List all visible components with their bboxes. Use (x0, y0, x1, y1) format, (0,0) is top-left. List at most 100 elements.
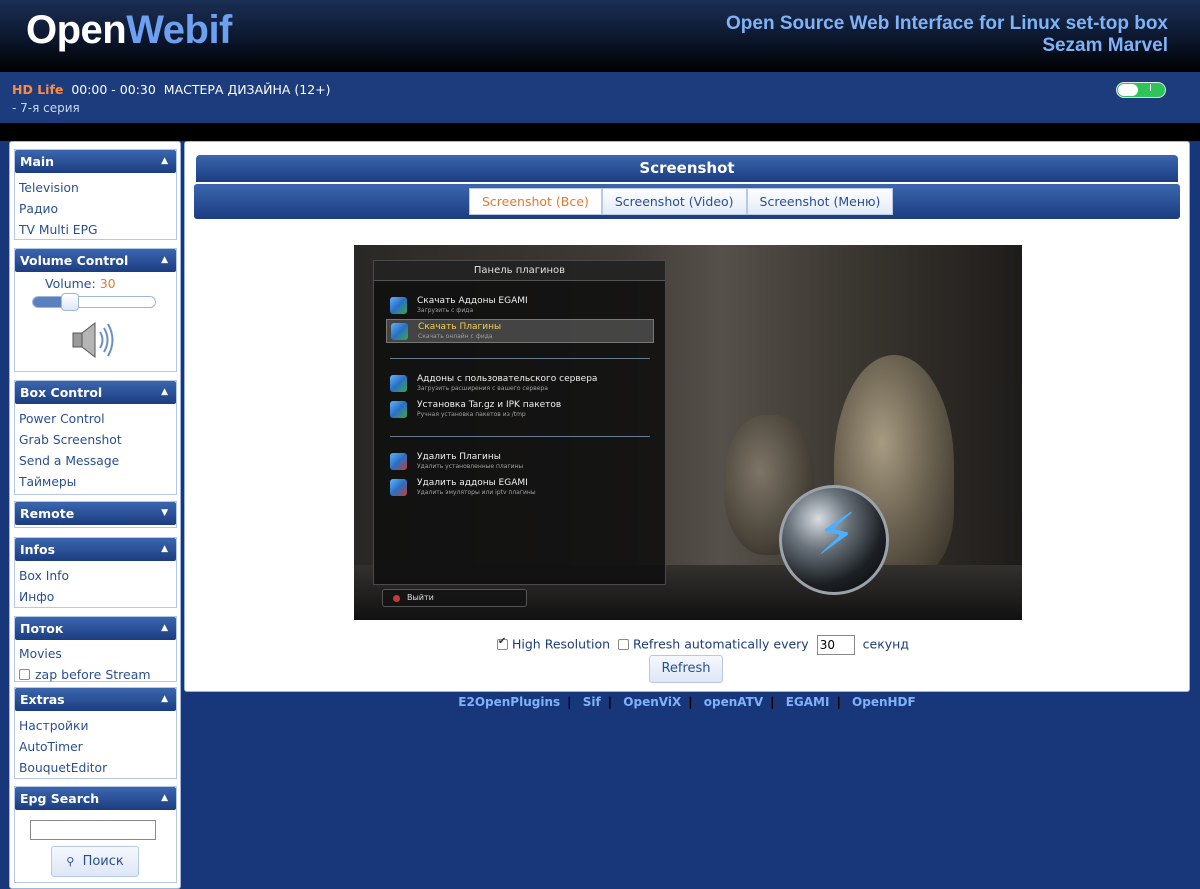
plugin-cube-icon (390, 453, 407, 470)
chevron-down-icon[interactable]: ▼ (161, 502, 168, 525)
chevron-up-icon[interactable]: ▲ (161, 617, 168, 640)
nav-radio[interactable]: Радио (15, 199, 176, 220)
channel-name[interactable]: HD Life (12, 82, 63, 97)
refresh-auto-checkbox[interactable] (618, 638, 630, 650)
panel-volume-title: Volume Control (20, 253, 129, 268)
epg-search-button-label: Поиск (82, 854, 124, 869)
osd-exit: Выйти (382, 589, 527, 607)
panel-infos-title: Infos (20, 542, 56, 557)
refresh-interval-input[interactable] (816, 635, 855, 655)
osd-separator (390, 358, 650, 359)
osd-item-selected: Скачать Плагины Скачать онлайн с фида (386, 319, 654, 343)
high-resolution-label: High Resolution (512, 636, 611, 652)
nav-box-info[interactable]: Box Info (15, 566, 176, 587)
osd-item-desc: Скачать онлайн с фида (418, 333, 493, 340)
panel-stream-header[interactable]: Поток ▲ (15, 617, 176, 640)
panel-stream: Поток ▲ Movies zap before Stream (14, 616, 177, 682)
main-content: Screenshot Screenshot (Все) Screenshot (… (184, 141, 1190, 692)
nav-movies[interactable]: Movies (15, 644, 176, 665)
plugin-cube-icon (390, 479, 407, 496)
osd-item: Установка Tar.gz и IPK пакетов Ручная уст… (386, 398, 654, 422)
program-time: 00:00 - 00:30 (71, 82, 156, 97)
nav-settings[interactable]: Настройки (15, 716, 176, 737)
footer-link-openvix[interactable]: OpenViX (616, 695, 688, 709)
chevron-up-icon[interactable]: ▲ (161, 688, 168, 711)
panel-volume-header[interactable]: Volume Control ▲ (15, 249, 176, 272)
osd-item-desc: Загрузить с фида (417, 307, 474, 314)
chevron-up-icon[interactable]: ▲ (161, 787, 168, 810)
panel-remote-title: Remote (20, 506, 75, 521)
logo[interactable]: OpenWebif (26, 8, 232, 53)
refresh-button[interactable]: Refresh (649, 655, 723, 683)
osd-separator (390, 436, 650, 437)
plugin-cube-icon (390, 297, 407, 314)
logo-part1: Open (26, 8, 127, 52)
epg-search-input[interactable] (30, 820, 156, 840)
osd-item: Удалить Плагины Удалить установленные пла… (386, 450, 654, 474)
panel-epg-search-title: Epg Search (20, 791, 100, 806)
screenshot-image: Панель плагинов Скачать Аддоны EGAMI Загр… (354, 245, 1022, 620)
panel-box-control-header[interactable]: Box Control ▲ (15, 381, 176, 404)
osd-item-desc: Ручная установка пакетов из /tmp (417, 411, 526, 418)
screenshot-options: High Resolution Refresh automatically ev… (497, 635, 909, 655)
speaker-icon[interactable] (69, 319, 119, 361)
osd-item: Удалить аддоны EGAMI Удалить эмуляторы ил… (386, 476, 654, 500)
tagline: Open Source Web Interface for Linux set-… (726, 13, 1168, 57)
nav-send-message[interactable]: Send a Message (15, 451, 176, 472)
panel-volume: Volume Control ▲ Volume: 30 (14, 248, 177, 372)
footer-separator: | (770, 695, 775, 709)
toggle-mark: I (1149, 83, 1152, 94)
footer-link-openatv[interactable]: openATV (697, 695, 770, 709)
panel-infos-header[interactable]: Infos ▲ (15, 538, 176, 561)
nav-timers[interactable]: Таймеры (15, 472, 176, 493)
program-title: МАСТЕРА ДИЗАЙНА (12+) (163, 82, 331, 97)
nav-autotimer[interactable]: AutoTimer (15, 737, 176, 758)
sidebar: Main ▲ Television Радио TV Multi EPG Volu… (9, 141, 181, 889)
plugin-cube-icon (390, 375, 407, 392)
footer-separator: | (567, 695, 572, 709)
nav-grab-screenshot[interactable]: Grab Screenshot (15, 430, 176, 451)
panel-infos: Infos ▲ Box Info Инфо (14, 537, 177, 608)
epg-search-button[interactable]: ⚲ Поиск (51, 846, 139, 877)
logo-part2: Webif (126, 8, 232, 52)
divider-bar (0, 123, 1200, 141)
high-resolution-checkbox[interactable] (497, 636, 508, 650)
nav-info[interactable]: Инфо (15, 587, 176, 608)
chevron-up-icon[interactable]: ▲ (161, 249, 168, 272)
footer-link-e2openplugins[interactable]: E2OpenPlugins (451, 695, 567, 709)
osd-item-name: Аддоны с пользовательского сервера (417, 374, 598, 384)
osd-plugin-panel: Панель плагинов Скачать Аддоны EGAMI Загр… (373, 260, 666, 585)
now-playing-line: HD Life 00:00 - 00:30 МАСТЕРА ДИЗАЙНА (1… (12, 82, 331, 97)
panel-remote-header[interactable]: Remote ▼ (15, 502, 176, 525)
footer-link-sif[interactable]: Sif (576, 695, 608, 709)
footer-separator: | (836, 695, 841, 709)
nav-tv-multi-epg[interactable]: TV Multi EPG (15, 220, 176, 241)
nav-bouquet-editor[interactable]: BouquetEditor (15, 758, 176, 779)
chevron-up-icon[interactable]: ▲ (161, 538, 168, 561)
tab-screenshot-all[interactable]: Screenshot (Все) (469, 188, 602, 215)
panel-extras: Extras ▲ Настройки AutoTimer BouquetEdito… (14, 687, 177, 779)
lightning-icon: ⚡ (816, 500, 857, 568)
zap-before-stream-checkbox[interactable] (19, 669, 30, 680)
panel-remote: Remote ▼ (14, 501, 177, 528)
panel-main-header[interactable]: Main ▲ (15, 150, 176, 173)
chevron-up-icon[interactable]: ▲ (161, 381, 168, 404)
page-title: Screenshot (196, 155, 1178, 182)
osd-item: Скачать Аддоны EGAMI Загрузить с фида (386, 294, 654, 318)
footer-link-openhdf[interactable]: OpenHDF (845, 695, 923, 709)
panel-box-control: Box Control ▲ Power Control Grab Screensh… (14, 380, 177, 495)
panel-extras-header[interactable]: Extras ▲ (15, 688, 176, 711)
tab-screenshot-menu[interactable]: Screenshot (Меню) (746, 188, 894, 215)
volume-slider[interactable] (32, 293, 156, 311)
panel-main-title: Main (20, 154, 55, 169)
nav-power-control[interactable]: Power Control (15, 409, 176, 430)
panel-epg-search-header[interactable]: Epg Search ▲ (15, 787, 176, 810)
tab-screenshot-video[interactable]: Screenshot (Video) (601, 188, 747, 215)
volume-slider-handle[interactable] (60, 293, 79, 311)
osd-item: Аддоны с пользовательского сервера Загруз… (386, 372, 654, 396)
chevron-up-icon[interactable]: ▲ (161, 150, 168, 173)
plugin-cube-icon (391, 323, 408, 340)
footer-link-egami[interactable]: EGAMI (779, 695, 837, 709)
power-toggle[interactable]: I (1116, 82, 1166, 98)
nav-television[interactable]: Television (15, 178, 176, 199)
